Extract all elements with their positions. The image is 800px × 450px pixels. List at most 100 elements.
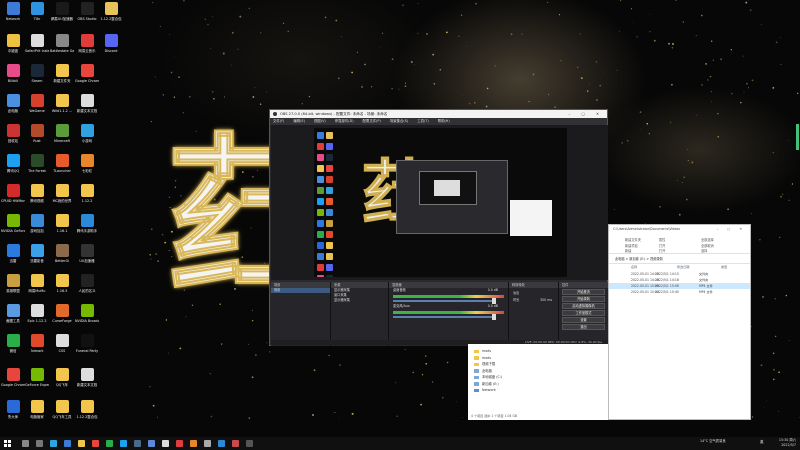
desktop-icon[interactable]: Steam bbox=[25, 64, 49, 83]
desktop-icon[interactable]: 1.16.5 bbox=[50, 274, 74, 293]
obs-menu-item[interactable]: 文件(F) bbox=[273, 119, 284, 123]
ribbon-select-all[interactable]: 全部选择 bbox=[701, 237, 714, 242]
ribbon-new-folder[interactable]: 新建文件夹 bbox=[625, 237, 641, 242]
taskbar-search-icon[interactable] bbox=[22, 440, 29, 447]
taskbar-explorer-icon[interactable] bbox=[78, 440, 85, 447]
desktop-icon[interactable]: MC我的世界 bbox=[50, 184, 74, 203]
desktop-icon[interactable]: SafariPrit Install bbox=[25, 34, 49, 53]
taskbar-wechat-icon[interactable] bbox=[106, 440, 113, 447]
taskbar-store-icon[interactable] bbox=[64, 440, 71, 447]
desktop-icon[interactable]: 英雄联盟 bbox=[1, 274, 25, 293]
obs-menu-item[interactable]: 停靠部件(D) bbox=[335, 119, 354, 123]
desktop-icon[interactable]: 中键盘 bbox=[1, 34, 25, 53]
desktop-icon[interactable]: 新建文本文档 bbox=[75, 368, 99, 387]
explorer-address-bar[interactable]: 此电脑 > 新加卷 (E:) > 视频录制 bbox=[609, 254, 750, 264]
transition-type[interactable]: 淡出 bbox=[509, 291, 558, 295]
desktop-icon[interactable]: 截图工具 bbox=[1, 304, 25, 323]
desktop-icon[interactable]: 1.16.1 bbox=[50, 214, 74, 233]
start-button[interactable] bbox=[4, 440, 11, 447]
desktop-icon[interactable]: GeForce Experience bbox=[25, 368, 49, 387]
nav-item[interactable]: Network bbox=[468, 387, 608, 394]
desktop-icon[interactable]: UU加速器 bbox=[75, 244, 99, 263]
desktop-icon[interactable]: Google Chrome bbox=[1, 368, 25, 387]
desktop-icon[interactable]: NVIDIA GeForce bbox=[1, 214, 25, 233]
desktop-icon[interactable]: Google Chrome bbox=[75, 64, 99, 83]
weather-widget[interactable]: 14°C 空气质量良 bbox=[700, 439, 726, 444]
volume-slider[interactable] bbox=[393, 298, 496, 304]
taskbar-qq-icon[interactable] bbox=[120, 440, 127, 447]
desktop-icon[interactable]: 电脑管家 bbox=[25, 400, 49, 419]
desktop-icon[interactable]: CurseForge bbox=[50, 304, 74, 323]
desktop-icon[interactable]: Minecraft bbox=[50, 124, 74, 143]
taskbar-music-icon[interactable] bbox=[176, 440, 183, 447]
taskbar-media-icon[interactable] bbox=[232, 440, 239, 447]
desktop-icon[interactable]: CSS bbox=[50, 334, 74, 353]
desktop-icon[interactable]: Discord bbox=[99, 34, 123, 53]
desktop-icon[interactable]: 微信 bbox=[1, 334, 25, 353]
sources-dock[interactable]: 来源 显示器采集窗口采集显示器采集 + − ⚙ ∧ ∨ bbox=[331, 282, 389, 346]
control-button[interactable]: 工作室模式 bbox=[562, 310, 605, 316]
desktop-icon[interactable]: 1.12.2整合包 bbox=[99, 2, 123, 21]
taskbar-mail-icon[interactable] bbox=[148, 440, 155, 447]
desktop-icon[interactable]: 小游戏 bbox=[75, 124, 99, 143]
control-button[interactable]: 退出 bbox=[562, 324, 605, 330]
explorer-titlebar[interactable]: C:\Users\Administrator\Documents\Videos … bbox=[609, 225, 750, 234]
desktop-icon[interactable]: 七彩虹 bbox=[75, 154, 99, 173]
explorer-window-controls[interactable]: – ▢ ✕ bbox=[717, 225, 746, 234]
desktop-icon[interactable]: The Forest bbox=[25, 154, 49, 173]
obs-menu-item[interactable]: 视图(V) bbox=[314, 119, 326, 123]
desktop-icon[interactable]: 网易云音乐 bbox=[75, 34, 99, 53]
transitions-dock[interactable]: 转场特效 淡出 时长 300 ms bbox=[509, 282, 559, 346]
desktop-icon[interactable]: BetterGi bbox=[50, 244, 74, 263]
scene-item[interactable]: 场景 bbox=[271, 288, 330, 293]
taskbar-steam-icon[interactable] bbox=[134, 440, 141, 447]
desktop-icon[interactable]: 腾讯手游助手 bbox=[75, 214, 99, 233]
desktop-icon[interactable]: 3dmark bbox=[25, 334, 49, 353]
ribbon-properties[interactable]: 属性 bbox=[659, 237, 665, 242]
source-item[interactable]: 显示器采集 bbox=[331, 298, 388, 303]
obs-preview[interactable]: 荭 bbox=[271, 125, 608, 280]
desktop-icon[interactable]: 网易MuMu bbox=[25, 274, 49, 293]
file-row[interactable]: 2022-05-01 15:40 2022/5/1 15:40 MP4 文件 bbox=[609, 289, 750, 295]
desktop-icon[interactable]: OBS Studio bbox=[75, 2, 99, 21]
control-button[interactable]: 开始推流 bbox=[562, 289, 605, 295]
control-button[interactable]: 设置 bbox=[562, 317, 605, 323]
desktop-icon[interactable]: 游戏加加 bbox=[25, 214, 49, 233]
desktop-icon[interactable]: CPUID HWMonitor bbox=[1, 184, 25, 203]
taskbar-task-view-icon[interactable] bbox=[36, 440, 43, 447]
obs-titlebar[interactable]: OBS 27.0.0 (64-bit, windows) - 配置文件: 未命名… bbox=[270, 110, 607, 118]
taskbar-settings-icon[interactable] bbox=[204, 440, 211, 447]
obs-menu-item[interactable]: 配置文件(P) bbox=[363, 119, 381, 123]
desktop-icon[interactable]: Network bbox=[1, 2, 25, 21]
column-header[interactable]: 名称 bbox=[631, 265, 637, 269]
taskbar-edge-icon[interactable] bbox=[50, 440, 57, 447]
window-controls[interactable]: – ▢ ✕ bbox=[569, 110, 605, 118]
desktop-icon[interactable]: QQ飞车 bbox=[50, 368, 74, 387]
desktop-icon[interactable]: Rust bbox=[25, 124, 49, 143]
control-button[interactable]: 启动虚拟摄像机 bbox=[562, 303, 605, 309]
ime-indicator[interactable]: 英 bbox=[760, 440, 764, 445]
desktop-icon[interactable]: Battlestate Games L... bbox=[50, 34, 74, 53]
desktop-icon[interactable]: 鲁大师 bbox=[1, 400, 25, 419]
desktop-icon[interactable]: 1.12.2整合包 bbox=[75, 400, 99, 419]
obs-menu-item[interactable]: 编辑(E) bbox=[293, 119, 305, 123]
desktop-icon[interactable]: 人民的名义 bbox=[75, 274, 99, 293]
desktop-icon[interactable]: 迅雷 bbox=[1, 244, 25, 263]
volume-slider[interactable] bbox=[393, 314, 496, 320]
taskbar-tencent-icon[interactable] bbox=[218, 440, 225, 447]
desktop-icon[interactable]: 此电脑 bbox=[1, 94, 25, 113]
transition-duration[interactable]: 时长 300 ms bbox=[509, 298, 558, 302]
desktop-icon[interactable]: 1.12.2 bbox=[75, 184, 99, 203]
obs-window[interactable]: OBS 27.0.0 (64-bit, windows) - 配置文件: 未命名… bbox=[269, 109, 608, 346]
desktop-icon[interactable]: 新建文件夹 bbox=[50, 64, 74, 83]
clock[interactable]: 15:30 周六 2022/5/7 bbox=[779, 438, 796, 448]
desktop-icon[interactable]: 回收站 bbox=[1, 124, 25, 143]
taskbar-obs-icon[interactable] bbox=[162, 440, 169, 447]
obs-menu-item[interactable]: 帮助(H) bbox=[438, 119, 450, 123]
desktop-icon[interactable]: 新建文本文档 bbox=[75, 94, 99, 113]
column-header[interactable]: 类型 bbox=[721, 264, 727, 270]
taskbar-terminal-icon[interactable] bbox=[246, 440, 253, 447]
obs-menu-item[interactable]: 场景集合(S) bbox=[390, 119, 408, 123]
desktop-icon[interactable]: 腾讯视频 bbox=[25, 184, 49, 203]
desktop-icon[interactable]: 迅雷影音 bbox=[25, 244, 49, 263]
